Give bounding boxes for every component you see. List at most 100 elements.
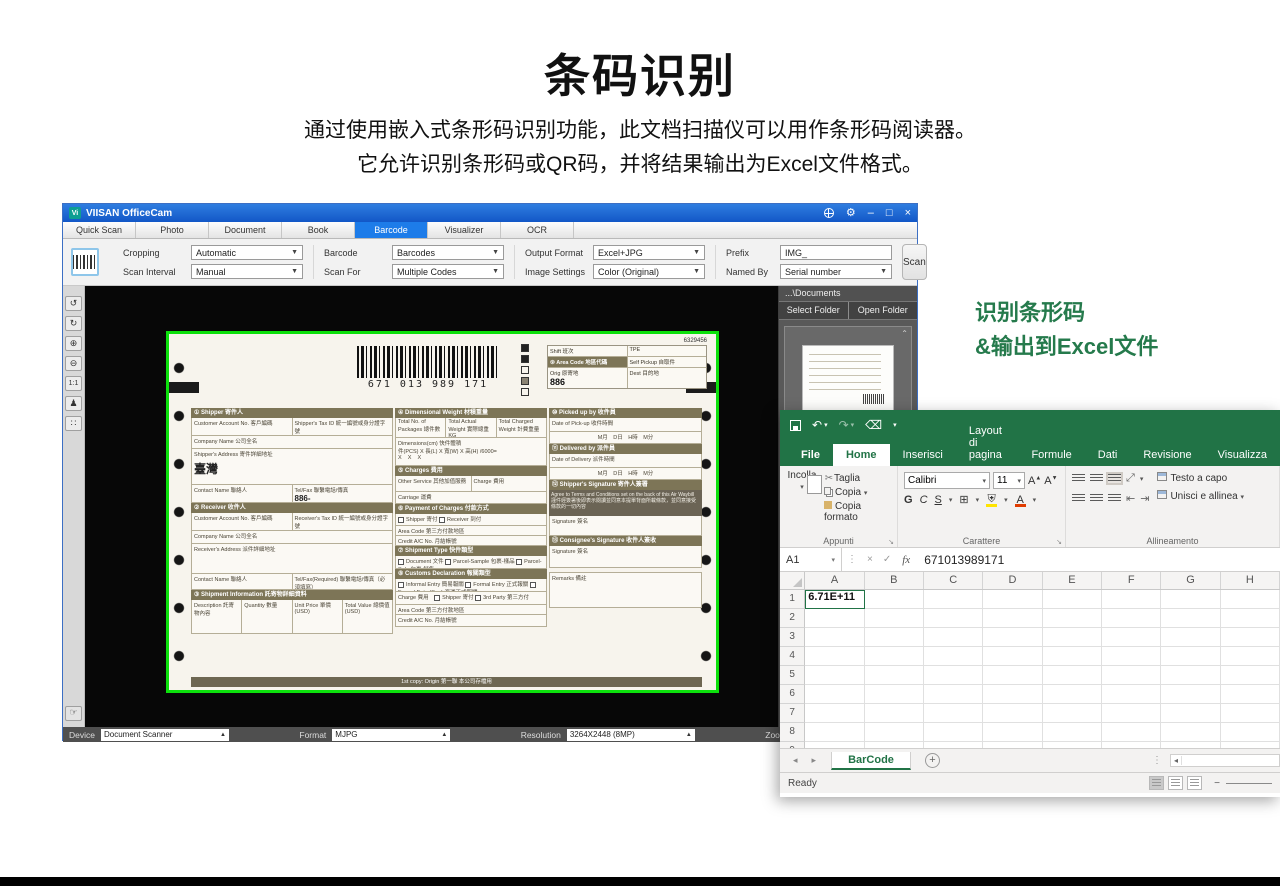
cell[interactable] [1221, 647, 1280, 666]
cell[interactable] [1161, 590, 1220, 609]
paste-button[interactable]: Incolla ▾ [786, 470, 818, 533]
cell[interactable] [805, 647, 864, 666]
font-size-select[interactable]: 11▾ [993, 472, 1025, 489]
tab-visualizza[interactable]: Visualizza [1205, 444, 1280, 466]
cancel-icon[interactable]: × [862, 554, 878, 565]
restore-icon[interactable]: □ [886, 208, 893, 218]
scroll-up-icon[interactable]: ⌃ [901, 329, 908, 338]
cell[interactable] [1043, 704, 1102, 723]
zoom-out-icon[interactable]: ⊖ [65, 356, 82, 371]
prev-sheet-icon[interactable]: ◂ [786, 755, 805, 766]
underline-button[interactable]: S [935, 494, 942, 506]
close-icon[interactable]: × [905, 208, 911, 218]
enter-icon[interactable]: ✓ [878, 554, 896, 565]
cell[interactable] [865, 609, 924, 628]
align-right-icon[interactable] [1108, 494, 1121, 503]
barcode-select[interactable]: Barcodes▼ [392, 245, 504, 260]
row-header[interactable]: 5 [780, 666, 805, 685]
row-header[interactable]: 3 [780, 628, 805, 647]
fit-view-icon[interactable]: ∷ [65, 416, 82, 431]
cell[interactable] [924, 628, 983, 647]
image-settings-select[interactable]: Color (Original)▼ [593, 264, 705, 279]
increase-indent-icon[interactable]: ⇥ [1140, 492, 1149, 505]
shrink-font-icon[interactable]: A▼ [1044, 475, 1057, 487]
cell[interactable] [1161, 704, 1220, 723]
align-bottom-icon[interactable] [1108, 474, 1121, 483]
cell[interactable] [865, 723, 924, 742]
cell[interactable] [1102, 609, 1161, 628]
row-header[interactable]: 4 [780, 647, 805, 666]
open-folder-button[interactable]: Open Folder [849, 302, 918, 319]
font-color-icon[interactable]: A [1015, 494, 1026, 506]
cell[interactable] [1161, 666, 1220, 685]
zoom-in-icon[interactable]: ⊕ [65, 336, 82, 351]
cell[interactable] [1221, 590, 1280, 609]
cell[interactable] [983, 723, 1042, 742]
zoom-out-slider-icon[interactable]: − [1214, 778, 1220, 789]
language-globe-icon[interactable] [824, 208, 834, 218]
row-header[interactable]: 8 [780, 723, 805, 742]
cell[interactable] [924, 685, 983, 704]
tab-revisione[interactable]: Revisione [1130, 444, 1204, 466]
cell[interactable] [865, 704, 924, 723]
settings-gear-icon[interactable]: ⚙ [846, 208, 856, 218]
dialog-launcher-icon[interactable]: ↘ [1056, 538, 1062, 546]
cell[interactable] [1221, 704, 1280, 723]
cell[interactable] [1221, 609, 1280, 628]
cell[interactable] [805, 609, 864, 628]
tab-book[interactable]: Book [282, 222, 355, 238]
merge-center-button[interactable]: Unisci e allinea ▾ [1157, 490, 1244, 502]
tab-home[interactable]: Home [833, 444, 890, 466]
column-header[interactable]: G [1161, 572, 1220, 589]
minimize-icon[interactable]: – [868, 208, 874, 218]
insert-function-icon[interactable]: fx [896, 554, 916, 566]
cell[interactable] [924, 666, 983, 685]
scan-for-select[interactable]: Multiple Codes▼ [392, 264, 504, 279]
cell[interactable] [805, 628, 864, 647]
formula-input[interactable]: 671013989171 [916, 553, 1004, 567]
name-box[interactable]: A1▾ [780, 548, 842, 571]
cell[interactable] [1043, 590, 1102, 609]
resolution-select[interactable]: 3264X2448 (8MP)▲ [567, 729, 695, 741]
cell[interactable] [1161, 628, 1220, 647]
cell[interactable] [983, 590, 1042, 609]
column-header[interactable]: E [1043, 572, 1102, 589]
cell[interactable] [1043, 666, 1102, 685]
scroll-left-icon[interactable]: ◂ [1171, 756, 1182, 765]
cell[interactable] [805, 723, 864, 742]
cell[interactable] [1221, 666, 1280, 685]
named-by-select[interactable]: Serial number▼ [780, 264, 892, 279]
format-painter-button[interactable]: Copia formato [824, 501, 891, 523]
cell[interactable] [1043, 723, 1102, 742]
page-break-view-icon[interactable] [1187, 776, 1202, 790]
row-header[interactable]: 1 [780, 590, 805, 609]
cell[interactable] [924, 723, 983, 742]
row-header[interactable]: 6 [780, 685, 805, 704]
cell[interactable] [1102, 647, 1161, 666]
select-folder-button[interactable]: Select Folder [779, 302, 849, 319]
cell[interactable] [983, 647, 1042, 666]
cell[interactable] [865, 647, 924, 666]
cell[interactable] [865, 666, 924, 685]
cell[interactable] [1043, 685, 1102, 704]
zoom-slider[interactable] [1226, 783, 1272, 784]
output-format-select[interactable]: Excel+JPG▼ [593, 245, 705, 260]
cell[interactable] [1102, 704, 1161, 723]
cell[interactable] [805, 742, 864, 748]
cell[interactable] [1102, 628, 1161, 647]
dialog-launcher-icon[interactable]: ↘ [888, 538, 894, 546]
align-middle-icon[interactable] [1090, 474, 1103, 483]
cell[interactable] [983, 666, 1042, 685]
normal-view-icon[interactable] [1149, 776, 1164, 790]
cell[interactable] [924, 647, 983, 666]
tab-visualizer[interactable]: Visualizer [428, 222, 501, 238]
next-sheet-icon[interactable]: ▸ [805, 755, 824, 766]
qat-customize-icon[interactable]: ▾ [893, 421, 897, 429]
scan-interval-select[interactable]: Manual▼ [191, 264, 303, 279]
cell[interactable] [924, 609, 983, 628]
scan-button[interactable]: Scan [902, 244, 927, 280]
rotate-right-icon[interactable]: ↻ [65, 316, 82, 331]
tab-dati[interactable]: Dati [1085, 444, 1131, 466]
align-left-icon[interactable] [1072, 494, 1085, 503]
cell[interactable] [1221, 628, 1280, 647]
